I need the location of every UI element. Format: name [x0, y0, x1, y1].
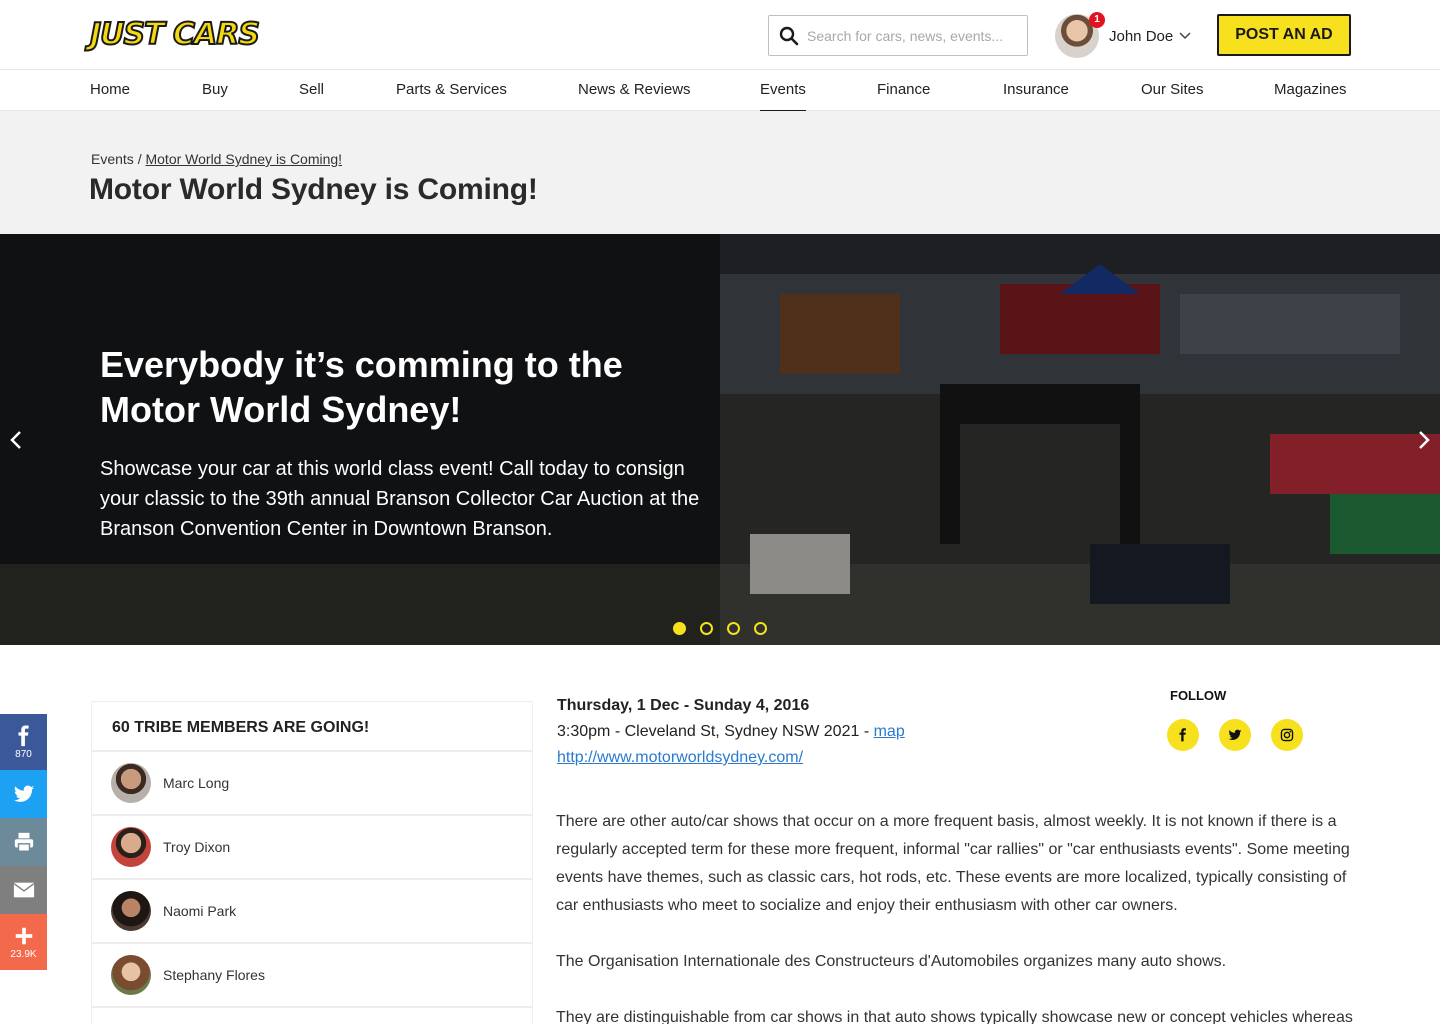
search-input[interactable] [807, 27, 1027, 44]
twitter-icon [13, 785, 34, 802]
chevron-right-icon[interactable] [1416, 430, 1432, 450]
nav-item-magazines[interactable]: Magazines [1274, 81, 1347, 98]
member-row[interactable]: Naomi Park [92, 880, 532, 944]
logo-text: JUST CARS [89, 17, 261, 53]
member-row[interactable]: Marc Long [92, 752, 532, 816]
facebook-icon [1179, 728, 1186, 742]
event-location: 3:30pm - Cleveland St, Sydney NSW 2021 -… [557, 723, 905, 741]
slider-dot[interactable] [700, 622, 713, 635]
slider-dot[interactable] [754, 622, 767, 635]
share-bar: 870 23.9K [0, 714, 47, 970]
article-paragraph: The Organisation Internationale des Cons… [556, 953, 1227, 970]
more-share-count: 23.9K [10, 948, 37, 960]
event-location-text: 3:30pm - Cleveland St, Sydney NSW 2021 - [557, 723, 874, 740]
search-box[interactable] [768, 15, 1028, 56]
user-name[interactable]: John Doe [1109, 28, 1173, 45]
breadcrumb-current[interactable]: Motor World Sydney is Coming! [145, 151, 342, 167]
avatar[interactable] [111, 827, 151, 867]
hero-slider[interactable]: Everybody it’s comming to the Motor Worl… [0, 234, 1440, 645]
main-nav: Home Buy Sell Parts & Services News & Re… [0, 70, 1440, 113]
chevron-left-icon[interactable] [8, 430, 24, 450]
nav-item-buy[interactable]: Buy [202, 81, 228, 98]
search-icon [779, 26, 799, 45]
breadcrumb-separator: / [137, 151, 142, 167]
article-paragraph: There are other auto/car shows that occu… [556, 813, 1350, 914]
plus-icon [15, 927, 32, 944]
event-website-link[interactable]: http://www.motorworldsydney.com/ [557, 749, 803, 767]
notification-badge: 1 [1089, 12, 1105, 28]
article-paragraph: They are distinguishable from car shows … [556, 1009, 1353, 1024]
nav-item-parts-services[interactable]: Parts & Services [396, 81, 507, 98]
post-an-ad-button[interactable]: POST AN AD [1217, 14, 1351, 56]
member-name[interactable]: Stephany Flores [163, 967, 265, 983]
follow-label: FOLLOW [1170, 688, 1227, 703]
print-icon [14, 832, 33, 852]
nav-item-news-reviews[interactable]: News & Reviews [578, 81, 691, 98]
map-link[interactable]: map [874, 723, 905, 740]
just-cars-logo[interactable]: JUST CARS [89, 17, 266, 53]
chevron-down-icon[interactable] [1179, 32, 1191, 40]
share-facebook-button[interactable]: 870 [0, 714, 47, 770]
page-title-area: Events / Motor World Sydney is Coming! M… [0, 111, 1440, 234]
share-print-button[interactable] [0, 818, 47, 866]
breadcrumb: Events / Motor World Sydney is Coming! [91, 151, 342, 167]
follow-instagram-button[interactable] [1271, 719, 1303, 751]
page-title: Motor World Sydney is Coming! [89, 173, 538, 206]
breadcrumb-events[interactable]: Events [91, 151, 134, 167]
nav-item-sell[interactable]: Sell [299, 81, 324, 98]
hero-background-image [0, 234, 1440, 645]
nav-item-insurance[interactable]: Insurance [1003, 81, 1069, 98]
member-name[interactable]: Troy Dixon [163, 839, 230, 855]
email-icon [13, 882, 34, 898]
nav-item-our-sites[interactable]: Our Sites [1141, 81, 1204, 98]
share-twitter-button[interactable] [0, 770, 47, 818]
facebook-share-count: 870 [15, 748, 32, 760]
instagram-icon [1280, 728, 1294, 742]
avatar[interactable] [111, 891, 151, 931]
hero-title: Everybody it’s comming to the Motor Worl… [100, 344, 623, 430]
nav-item-events[interactable]: Events [760, 81, 806, 113]
share-email-button[interactable] [0, 866, 47, 914]
member-name[interactable]: Marc Long [163, 775, 229, 791]
members-heading: 60 TRIBE MEMBERS ARE GOING! [92, 702, 532, 752]
event-date: Thursday, 1 Dec - Sunday 4, 2016 [557, 697, 810, 714]
follow-twitter-button[interactable] [1219, 719, 1251, 751]
slider-dot[interactable] [727, 622, 740, 635]
slider-dot[interactable] [673, 622, 686, 635]
user-avatar[interactable]: 1 [1055, 12, 1105, 58]
avatar[interactable] [111, 955, 151, 995]
nav-item-home[interactable]: Home [90, 81, 130, 98]
nav-item-finance[interactable]: Finance [877, 81, 930, 98]
member-row[interactable]: Troy Dixon [92, 816, 532, 880]
slider-dots [673, 622, 767, 635]
twitter-icon [1228, 729, 1242, 741]
member-row[interactable]: Stephany Flores [92, 944, 532, 1008]
facebook-icon [18, 724, 29, 746]
user-menu[interactable]: 1 John Doe [1055, 12, 1191, 58]
members-going-panel: 60 TRIBE MEMBERS ARE GOING! Marc Long Tr… [92, 702, 532, 1024]
share-more-button[interactable]: 23.9K [0, 914, 47, 970]
site-header: JUST CARS 1 John Doe POST AN AD [0, 0, 1440, 70]
hero-description: Showcase your car at this world class ev… [100, 458, 700, 540]
member-name[interactable]: Naomi Park [163, 903, 236, 919]
avatar[interactable] [111, 763, 151, 803]
follow-facebook-button[interactable] [1167, 719, 1199, 751]
